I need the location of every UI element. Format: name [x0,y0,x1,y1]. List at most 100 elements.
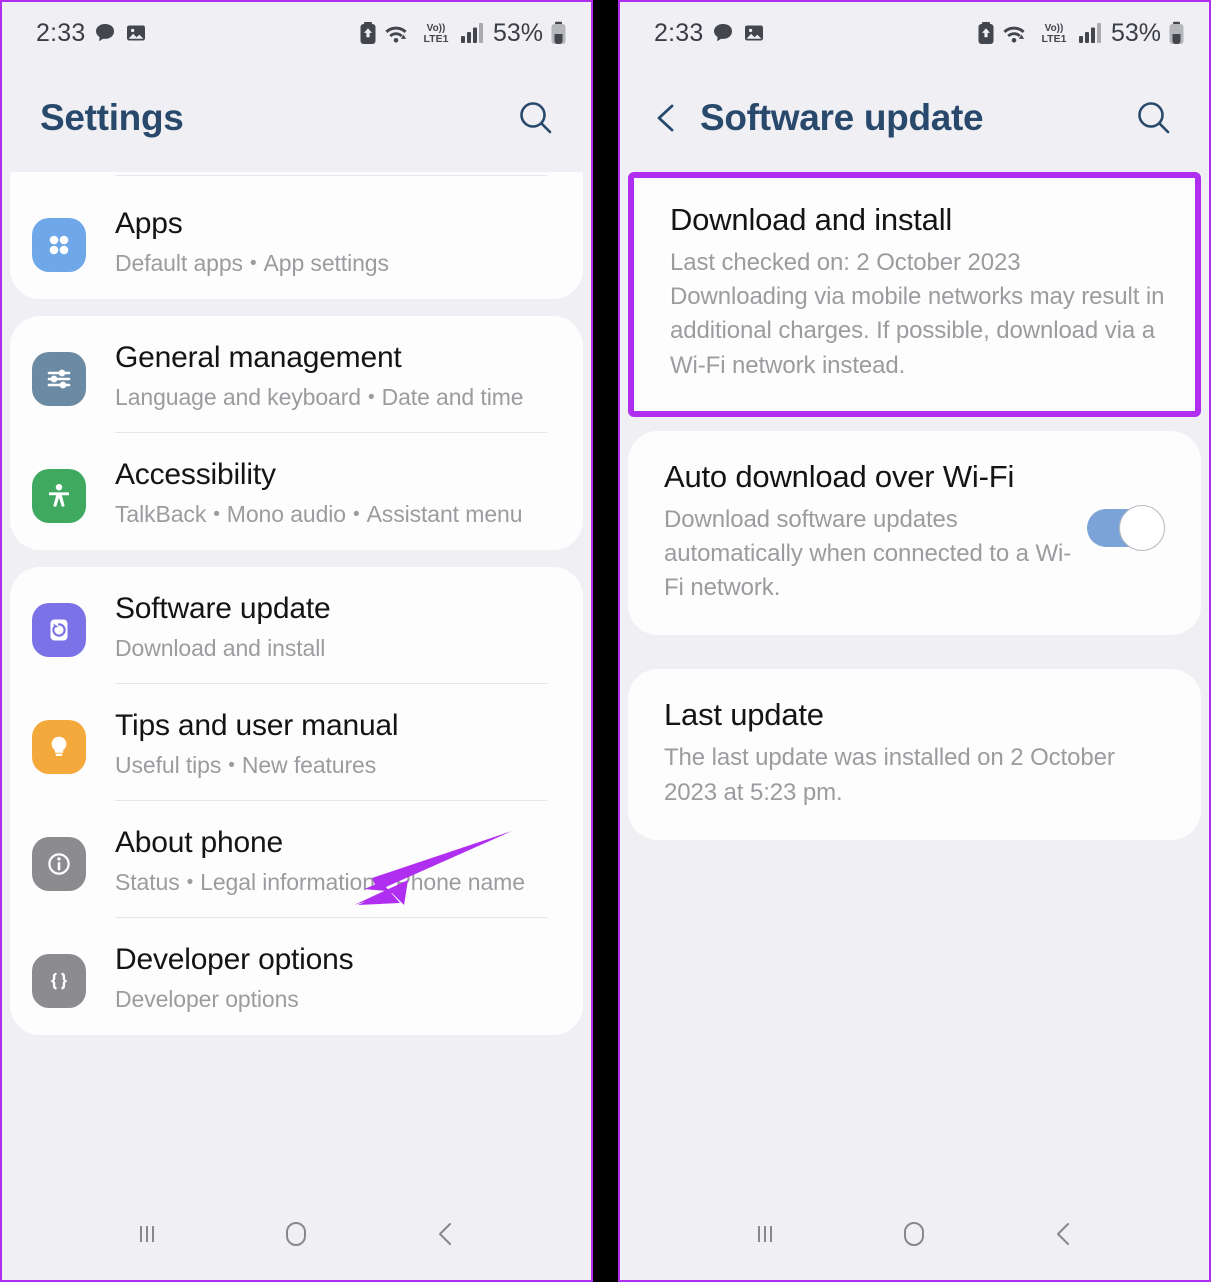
battery-percent: 53% [1110,18,1161,47]
settings-group-system: Software update Download and install Tip… [10,566,583,1035]
panel-divider [593,0,618,1282]
settings-group-general: General management Language and keyboard… [10,315,583,550]
svg-text:LTE1: LTE1 [424,33,449,45]
status-bar-left-group: 2:33 [36,19,147,48]
software-update-icon [32,602,86,657]
header-back-button[interactable] [644,95,690,141]
row-text-block: Tips and user manual Useful tips • New fea… [115,704,553,781]
download-and-install-description: Downloading via mobile networks may resu… [670,283,1165,379]
recents-icon [749,1218,781,1250]
subtitle-part: Default apps [115,249,243,276]
search-icon [1134,98,1174,138]
row-text-block: Software update Download and install [115,587,553,664]
sidebar-item-general-management[interactable]: General management Language and keyboard… [10,316,583,433]
download-and-install-title: Download and install [670,202,953,237]
last-update-title: Last update [664,697,824,733]
recents-icon [131,1218,163,1250]
subtitle-part: New features [241,751,377,778]
signal-bars-icon [1078,21,1102,45]
row-text-block: Apps Default apps • App settings [115,202,553,279]
home-icon [897,1217,931,1251]
row-title: Software update [115,591,331,625]
row-subtitle: Useful tips • New features [115,750,553,781]
subtitle-part: Assistant menu [366,500,523,527]
auto-download-row[interactable]: Auto download over Wi-Fi Download softwa… [628,431,1201,636]
volte-icon: Vo)) LTE1 [1037,20,1071,46]
home-button[interactable] [879,1199,949,1269]
row-title: Tips and user manual [115,708,399,742]
subtitle-part: Date and time [381,383,524,410]
bullet-separator: • [368,386,375,408]
row-title: About phone [115,825,283,859]
back-icon [1048,1218,1080,1250]
chat-bubble-icon [712,22,734,44]
row-title: Apps [115,207,183,240]
auto-download-card: Auto download over Wi-Fi Download softwa… [628,430,1201,636]
search-button[interactable] [511,93,561,143]
signal-bars-icon [460,21,484,45]
auto-download-description: Download software updates automatically … [664,505,1072,602]
settings-app-header: Settings [2,64,591,172]
image-icon [743,22,765,44]
row-subtitle: Status • Legal information • Phone name [115,867,553,898]
chat-bubble-icon [94,22,116,44]
lightbulb-icon [32,719,86,774]
bullet-separator: • [186,871,194,893]
status-bar-right-group: Vo)) LTE1 53% [977,19,1185,48]
info-icon [32,836,86,891]
recents-button[interactable] [112,1199,182,1269]
sidebar-item-apps[interactable]: Apps Default apps • App settings [10,182,583,299]
software-update-content: Download and install Last checked on: 2 … [620,172,1209,1188]
wifi-icon [384,21,412,45]
row-subtitle: Default apps • App settings [115,248,553,279]
subtitle-part: App settings [263,249,389,276]
dual-screenshot-container: 2:33 Vo)) LTE1 53% Settings Apps Default… [0,0,1211,1282]
row-subtitle: Developer options [115,984,553,1015]
status-time: 2:33 [654,18,704,47]
recents-button[interactable] [730,1199,800,1269]
settings-list[interactable]: Apps Default apps • App settings General… [2,172,591,1188]
subtitle-part: Download and install [115,634,326,661]
search-button[interactable] [1129,93,1179,143]
right-phone-screen: 2:33 Vo)) LTE1 53% Software update Downl… [618,0,1211,1282]
sidebar-item-developer-options[interactable]: Developer options Developer options [10,918,583,1035]
volte-icon: Vo)) LTE1 [419,20,453,46]
download-and-install-row[interactable]: Download and install Last checked on: 2 … [634,178,1195,411]
sidebar-item-tips-and-user-manual[interactable]: Tips and user manual Useful tips • New fea… [10,684,583,801]
battery-icon [1168,21,1185,45]
sidebar-item-about-phone[interactable]: About phone Status • Legal information • Pho… [10,801,583,918]
auto-download-toggle[interactable] [1087,504,1165,551]
row-text-block: Developer options Developer options [115,938,553,1015]
battery-saver-icon [977,21,995,45]
sidebar-item-software-update[interactable]: Software update Download and install [10,567,583,684]
row-title: Developer options [115,942,354,976]
chevron-left-icon [650,101,684,135]
search-icon [516,98,556,138]
back-button[interactable] [1029,1199,1099,1269]
last-update-row: Last update The last update was installe… [628,669,1201,839]
page-title: Software update [700,97,984,138]
status-bar-left: 2:33 Vo)) LTE1 53% [2,2,591,64]
auto-download-text-block: Auto download over Wi-Fi Download softwa… [664,457,1073,606]
row-text-block: Accessibility TalkBack • Mono audio • Assist… [115,453,553,530]
auto-download-title: Auto download over Wi-Fi [664,458,1015,494]
software-update-header: Software update [620,64,1209,172]
download-and-install-highlight: Download and install Last checked on: 2 … [628,172,1201,417]
bullet-separator: • [213,503,220,525]
row-text-block: About phone Status • Legal information • Pho… [115,821,553,898]
status-bar-right-group: Vo)) LTE1 53% [359,19,567,48]
battery-icon [550,21,567,45]
last-checked-text: Last checked on: 2 October 2023 [670,249,1021,277]
toggle-knob [1119,504,1165,551]
svg-text:LTE1: LTE1 [1042,33,1067,45]
apps-grid-icon [32,218,86,272]
row-subtitle: Download and install [115,633,553,664]
sidebar-item-accessibility[interactable]: Accessibility TalkBack • Mono audio • Assist… [10,433,583,550]
last-update-card: Last update The last update was installe… [628,669,1201,840]
subtitle-part: Phone name [395,868,525,895]
home-button[interactable] [261,1199,331,1269]
code-braces-icon [32,953,86,1008]
subtitle-part: Developer options [115,985,299,1012]
back-button[interactable] [411,1199,481,1269]
bullet-separator: • [353,503,360,525]
